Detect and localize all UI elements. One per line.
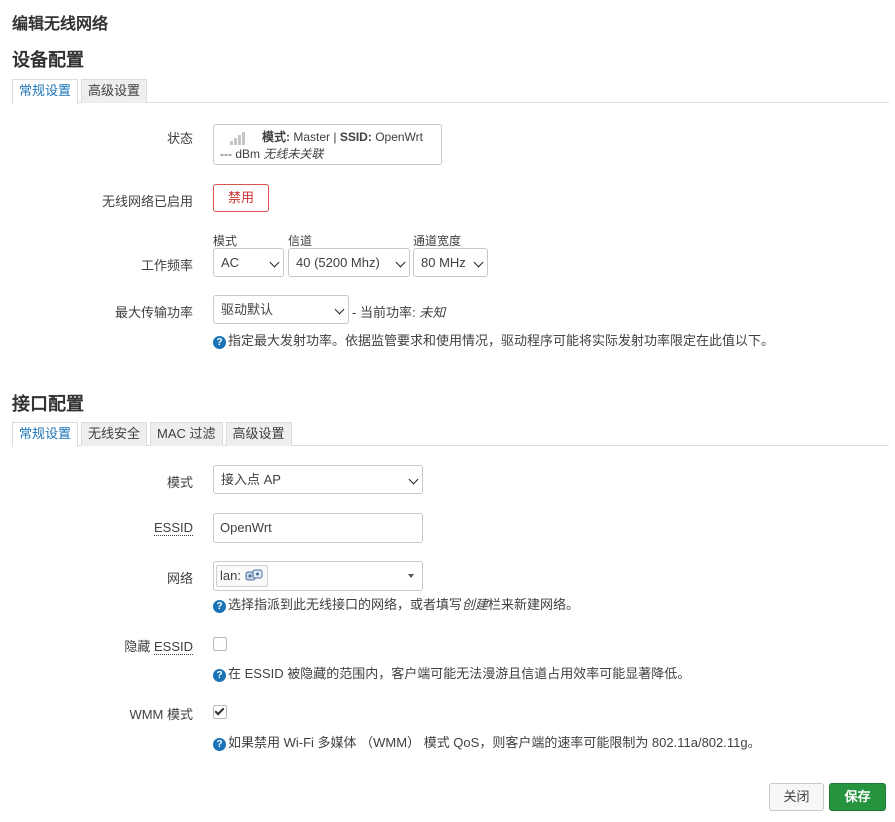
question-circle-icon: ?	[213, 336, 226, 349]
essid-label-text: ESSID	[153, 520, 193, 536]
wmm-label: WMM 模式	[129, 707, 193, 722]
txpower-current: - 当前功率: 未知	[352, 302, 445, 321]
device-tabs: 常规设置 高级设置	[12, 79, 889, 104]
device-config-heading: 设备配置	[12, 50, 84, 70]
status-dbm: --- dBm	[220, 147, 260, 161]
tab-iface-general[interactable]: 常规设置	[12, 422, 79, 447]
page-title: 编辑无线网络	[12, 16, 109, 33]
freq-channel-value: 40 (5200 Mhz)	[296, 255, 380, 270]
question-circle-icon: ?	[213, 600, 226, 613]
status-line-2: --- dBm 无线未关联	[220, 145, 323, 162]
iface-mode-value: 接入点 AP	[221, 472, 281, 487]
tab-iface-advanced[interactable]: 高级设置	[225, 422, 292, 446]
chevron-down-icon	[408, 474, 419, 485]
network-help: ? 选择指派到此无线接口的网络，或者填写创建栏来新建网络。	[213, 594, 579, 613]
checkmark-icon	[214, 705, 225, 716]
freq-width-value: 80 MHz	[421, 255, 466, 270]
network-interface-icon	[245, 569, 263, 581]
tab-device-general[interactable]: 常规设置	[12, 79, 79, 104]
txpower-select[interactable]: 驱动默认	[213, 295, 349, 324]
status-mode-value: Master	[293, 130, 331, 144]
essid-input[interactable]: OpenWrt	[213, 513, 423, 543]
chevron-down-icon	[334, 304, 345, 315]
freq-mode-value: AC	[221, 255, 240, 270]
wireless-enabled-label: 无线网络已启用	[101, 194, 193, 209]
network-label: 网络	[166, 571, 193, 586]
freq-mode-select[interactable]: AC	[213, 248, 284, 277]
signal-bars-icon	[230, 131, 250, 145]
freq-channel-label: 信道	[288, 234, 313, 248]
status-line-1: 模式: Master | SSID: OpenWrt	[262, 128, 423, 145]
freq-width-select[interactable]: 80 MHz	[413, 248, 488, 277]
question-circle-icon: ?	[213, 669, 226, 682]
tab-iface-security[interactable]: 无线安全	[81, 422, 148, 446]
hidden-essid-label: 隐藏 ESSID	[12, 636, 193, 655]
freq-mode-label: 模式	[213, 234, 238, 248]
essid-value: OpenWrt	[220, 520, 272, 535]
tab-iface-mac-filter[interactable]: MAC 过滤	[150, 422, 223, 446]
chevron-down-icon	[473, 257, 484, 268]
txpower-current-value: 未知	[419, 305, 446, 320]
status-separator: |	[333, 130, 337, 144]
chevron-down-icon	[395, 257, 406, 268]
question-circle-icon: ?	[213, 738, 226, 751]
status-mode-key: 模式:	[262, 130, 290, 144]
frequency-label: 工作频率	[140, 258, 193, 273]
wmm-help: ? 如果禁用 Wi-Fi 多媒体 （WMM） 模式 QoS，则客户端的速率可能限制…	[213, 732, 761, 751]
txpower-label: 最大传输功率	[114, 305, 193, 320]
status-ssid-value: OpenWrt	[375, 130, 423, 144]
network-help-prefix: 选择指派到此无线接口的网络，或者填写	[228, 597, 463, 612]
wmm-help-text: 如果禁用 Wi-Fi 多媒体 （WMM） 模式 QoS，则客户端的速率可能限制为…	[228, 735, 761, 750]
hidden-essid-checkbox[interactable]	[213, 637, 227, 651]
hidden-essid-help: ? 在 ESSID 被隐藏的范围内，客户端可能无法漫游且信道占用效率可能显著降低。	[213, 663, 690, 682]
network-value: lan:	[220, 568, 241, 583]
hidden-essid-label-abbr: ESSID	[153, 639, 193, 655]
tab-device-advanced[interactable]: 高级设置	[81, 79, 148, 103]
chevron-down-icon	[269, 257, 280, 268]
txpower-current-prefix: - 当前功率:	[352, 305, 416, 320]
wmm-checkbox[interactable]	[213, 705, 227, 719]
caret-down-icon	[408, 574, 414, 578]
hidden-essid-help-text: 在 ESSID 被隐藏的范围内，客户端可能无法漫游且信道占用效率可能显著降低。	[228, 666, 691, 681]
freq-width-label: 通道宽度	[413, 234, 462, 248]
interface-config-heading: 接口配置	[12, 394, 84, 414]
network-help-suffix: 栏来新建网络。	[488, 597, 580, 612]
save-button[interactable]: 保存	[829, 783, 886, 811]
txpower-help: ? 指定最大发射功率。依据监管要求和使用情况，驱动程序可能将实际发射功率限定在此值…	[213, 330, 774, 349]
interface-tabs: 常规设置 无线安全 MAC 过滤 高级设置	[12, 422, 889, 447]
freq-channel-select[interactable]: 40 (5200 Mhz)	[288, 248, 410, 277]
status-label: 状态	[166, 131, 193, 146]
status-box: 模式: Master | SSID: OpenWrt --- dBm 无线未关联	[213, 124, 442, 165]
status-ssid-key: SSID:	[339, 130, 372, 144]
close-button[interactable]: 关闭	[769, 783, 824, 811]
txpower-value: 驱动默认	[221, 302, 274, 317]
txpower-help-text: 指定最大发射功率。依据监管要求和使用情况，驱动程序可能将实际发射功率限定在此值以…	[228, 333, 775, 348]
network-chip[interactable]: lan:	[216, 565, 268, 587]
status-assoc: 无线未关联	[263, 147, 324, 161]
essid-label: ESSID	[12, 520, 193, 536]
iface-mode-select[interactable]: 接入点 AP	[213, 465, 423, 494]
iface-mode-label: 模式	[166, 475, 193, 490]
network-dropdown[interactable]: lan:	[213, 561, 423, 591]
disable-button[interactable]: 禁用	[213, 184, 269, 212]
network-help-em: 创建	[462, 597, 489, 612]
hidden-essid-label-prefix: 隐藏	[124, 639, 151, 654]
